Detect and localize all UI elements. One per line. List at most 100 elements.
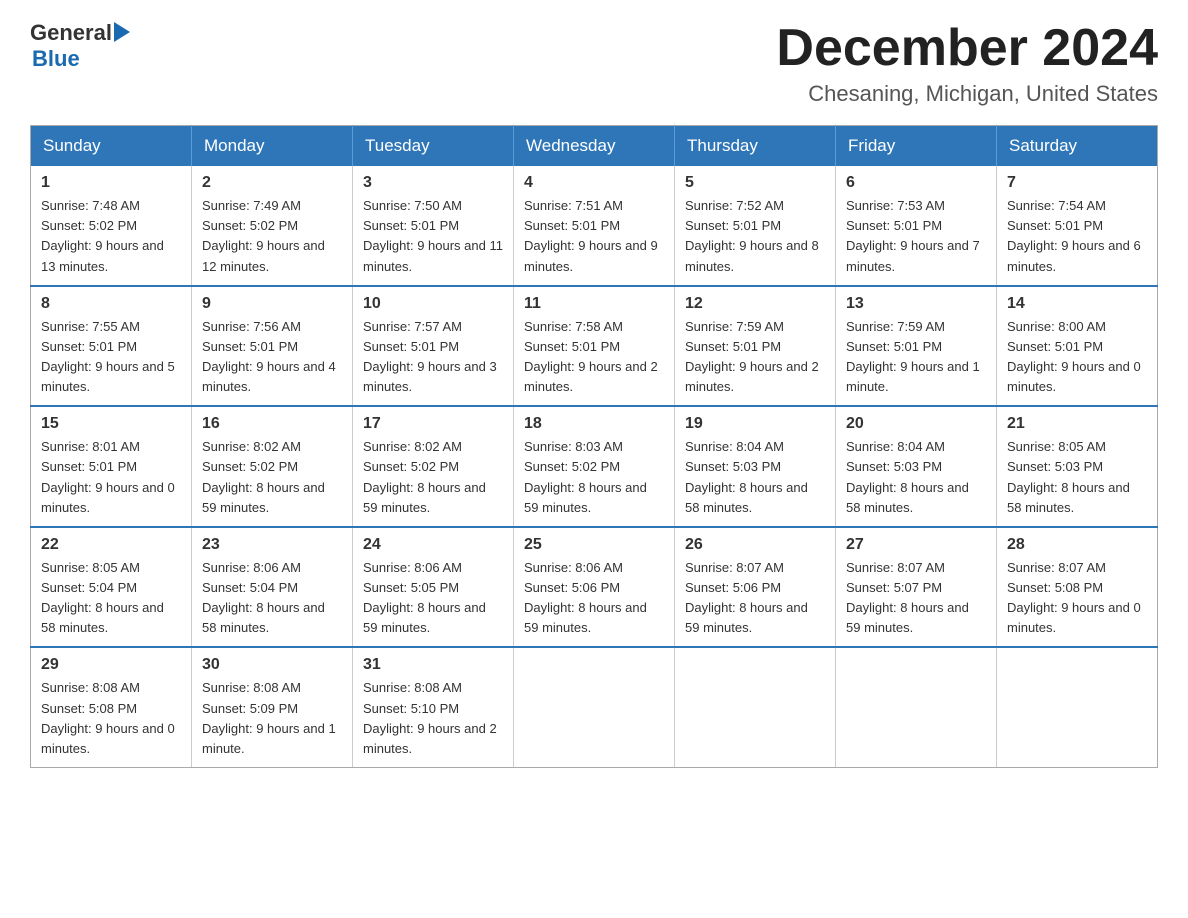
- calendar-cell: 11 Sunrise: 7:58 AMSunset: 5:01 PMDaylig…: [514, 286, 675, 407]
- day-number: 11: [524, 295, 664, 313]
- day-info: Sunrise: 8:06 AMSunset: 5:04 PMDaylight:…: [202, 560, 325, 635]
- weekday-header-row: SundayMondayTuesdayWednesdayThursdayFrid…: [31, 126, 1158, 167]
- day-info: Sunrise: 7:57 AMSunset: 5:01 PMDaylight:…: [363, 319, 497, 394]
- day-number: 28: [1007, 536, 1147, 554]
- calendar-cell: [675, 647, 836, 767]
- weekday-header-sunday: Sunday: [31, 126, 192, 167]
- calendar-cell: 7 Sunrise: 7:54 AMSunset: 5:01 PMDayligh…: [997, 166, 1158, 286]
- day-info: Sunrise: 8:03 AMSunset: 5:02 PMDaylight:…: [524, 439, 647, 514]
- day-number: 21: [1007, 415, 1147, 433]
- calendar-cell: 29 Sunrise: 8:08 AMSunset: 5:08 PMDaylig…: [31, 647, 192, 767]
- calendar-cell: 4 Sunrise: 7:51 AMSunset: 5:01 PMDayligh…: [514, 166, 675, 286]
- day-info: Sunrise: 8:00 AMSunset: 5:01 PMDaylight:…: [1007, 319, 1141, 394]
- day-info: Sunrise: 7:58 AMSunset: 5:01 PMDaylight:…: [524, 319, 658, 394]
- calendar-cell: 15 Sunrise: 8:01 AMSunset: 5:01 PMDaylig…: [31, 406, 192, 527]
- calendar-cell: 16 Sunrise: 8:02 AMSunset: 5:02 PMDaylig…: [192, 406, 353, 527]
- calendar-week-1: 1 Sunrise: 7:48 AMSunset: 5:02 PMDayligh…: [31, 166, 1158, 286]
- calendar-cell: 26 Sunrise: 8:07 AMSunset: 5:06 PMDaylig…: [675, 527, 836, 648]
- day-number: 13: [846, 295, 986, 313]
- calendar-cell: 8 Sunrise: 7:55 AMSunset: 5:01 PMDayligh…: [31, 286, 192, 407]
- calendar-cell: 10 Sunrise: 7:57 AMSunset: 5:01 PMDaylig…: [353, 286, 514, 407]
- logo: General Blue: [30, 20, 130, 72]
- calendar-cell: 20 Sunrise: 8:04 AMSunset: 5:03 PMDaylig…: [836, 406, 997, 527]
- day-info: Sunrise: 8:08 AMSunset: 5:08 PMDaylight:…: [41, 680, 175, 755]
- day-number: 31: [363, 656, 503, 674]
- calendar-cell: 23 Sunrise: 8:06 AMSunset: 5:04 PMDaylig…: [192, 527, 353, 648]
- day-number: 25: [524, 536, 664, 554]
- day-number: 4: [524, 174, 664, 192]
- day-info: Sunrise: 8:08 AMSunset: 5:09 PMDaylight:…: [202, 680, 336, 755]
- calendar-cell: 18 Sunrise: 8:03 AMSunset: 5:02 PMDaylig…: [514, 406, 675, 527]
- weekday-header-saturday: Saturday: [997, 126, 1158, 167]
- calendar-cell: [997, 647, 1158, 767]
- day-number: 6: [846, 174, 986, 192]
- day-number: 20: [846, 415, 986, 433]
- weekday-header-monday: Monday: [192, 126, 353, 167]
- weekday-header-friday: Friday: [836, 126, 997, 167]
- calendar-cell: 13 Sunrise: 7:59 AMSunset: 5:01 PMDaylig…: [836, 286, 997, 407]
- day-number: 30: [202, 656, 342, 674]
- day-number: 22: [41, 536, 181, 554]
- day-info: Sunrise: 8:02 AMSunset: 5:02 PMDaylight:…: [363, 439, 486, 514]
- weekday-header-wednesday: Wednesday: [514, 126, 675, 167]
- logo-general-text: General: [30, 20, 112, 46]
- day-number: 12: [685, 295, 825, 313]
- logo-arrow-icon: [114, 22, 130, 42]
- page-header: General Blue December 2024 Chesaning, Mi…: [30, 20, 1158, 107]
- day-info: Sunrise: 8:05 AMSunset: 5:03 PMDaylight:…: [1007, 439, 1130, 514]
- calendar-cell: 1 Sunrise: 7:48 AMSunset: 5:02 PMDayligh…: [31, 166, 192, 286]
- day-number: 24: [363, 536, 503, 554]
- calendar-cell: 5 Sunrise: 7:52 AMSunset: 5:01 PMDayligh…: [675, 166, 836, 286]
- calendar-cell: 30 Sunrise: 8:08 AMSunset: 5:09 PMDaylig…: [192, 647, 353, 767]
- location-subtitle: Chesaning, Michigan, United States: [776, 81, 1158, 107]
- day-number: 15: [41, 415, 181, 433]
- day-number: 26: [685, 536, 825, 554]
- calendar-week-2: 8 Sunrise: 7:55 AMSunset: 5:01 PMDayligh…: [31, 286, 1158, 407]
- weekday-header-tuesday: Tuesday: [353, 126, 514, 167]
- calendar-cell: 6 Sunrise: 7:53 AMSunset: 5:01 PMDayligh…: [836, 166, 997, 286]
- day-info: Sunrise: 7:52 AMSunset: 5:01 PMDaylight:…: [685, 198, 819, 273]
- day-number: 18: [524, 415, 664, 433]
- day-info: Sunrise: 7:48 AMSunset: 5:02 PMDaylight:…: [41, 198, 164, 273]
- calendar-cell: [514, 647, 675, 767]
- calendar-cell: 31 Sunrise: 8:08 AMSunset: 5:10 PMDaylig…: [353, 647, 514, 767]
- weekday-header-thursday: Thursday: [675, 126, 836, 167]
- day-info: Sunrise: 8:07 AMSunset: 5:08 PMDaylight:…: [1007, 560, 1141, 635]
- calendar-cell: 25 Sunrise: 8:06 AMSunset: 5:06 PMDaylig…: [514, 527, 675, 648]
- calendar-cell: 24 Sunrise: 8:06 AMSunset: 5:05 PMDaylig…: [353, 527, 514, 648]
- day-info: Sunrise: 7:53 AMSunset: 5:01 PMDaylight:…: [846, 198, 980, 273]
- day-info: Sunrise: 8:06 AMSunset: 5:06 PMDaylight:…: [524, 560, 647, 635]
- day-info: Sunrise: 8:01 AMSunset: 5:01 PMDaylight:…: [41, 439, 175, 514]
- calendar-week-4: 22 Sunrise: 8:05 AMSunset: 5:04 PMDaylig…: [31, 527, 1158, 648]
- day-number: 14: [1007, 295, 1147, 313]
- day-number: 29: [41, 656, 181, 674]
- day-info: Sunrise: 8:04 AMSunset: 5:03 PMDaylight:…: [685, 439, 808, 514]
- day-info: Sunrise: 7:50 AMSunset: 5:01 PMDaylight:…: [363, 198, 503, 273]
- day-number: 5: [685, 174, 825, 192]
- day-info: Sunrise: 7:55 AMSunset: 5:01 PMDaylight:…: [41, 319, 175, 394]
- calendar-cell: 3 Sunrise: 7:50 AMSunset: 5:01 PMDayligh…: [353, 166, 514, 286]
- day-number: 2: [202, 174, 342, 192]
- day-info: Sunrise: 8:08 AMSunset: 5:10 PMDaylight:…: [363, 680, 497, 755]
- day-number: 16: [202, 415, 342, 433]
- day-number: 3: [363, 174, 503, 192]
- day-number: 19: [685, 415, 825, 433]
- title-section: December 2024 Chesaning, Michigan, Unite…: [776, 20, 1158, 107]
- day-info: Sunrise: 8:04 AMSunset: 5:03 PMDaylight:…: [846, 439, 969, 514]
- day-number: 17: [363, 415, 503, 433]
- calendar-cell: [836, 647, 997, 767]
- day-info: Sunrise: 7:49 AMSunset: 5:02 PMDaylight:…: [202, 198, 325, 273]
- calendar-cell: 27 Sunrise: 8:07 AMSunset: 5:07 PMDaylig…: [836, 527, 997, 648]
- calendar-cell: 22 Sunrise: 8:05 AMSunset: 5:04 PMDaylig…: [31, 527, 192, 648]
- day-info: Sunrise: 8:02 AMSunset: 5:02 PMDaylight:…: [202, 439, 325, 514]
- calendar-table: SundayMondayTuesdayWednesdayThursdayFrid…: [30, 125, 1158, 768]
- month-title: December 2024: [776, 20, 1158, 77]
- day-number: 1: [41, 174, 181, 192]
- calendar-cell: 21 Sunrise: 8:05 AMSunset: 5:03 PMDaylig…: [997, 406, 1158, 527]
- calendar-week-5: 29 Sunrise: 8:08 AMSunset: 5:08 PMDaylig…: [31, 647, 1158, 767]
- calendar-cell: 2 Sunrise: 7:49 AMSunset: 5:02 PMDayligh…: [192, 166, 353, 286]
- day-number: 10: [363, 295, 503, 313]
- calendar-cell: 9 Sunrise: 7:56 AMSunset: 5:01 PMDayligh…: [192, 286, 353, 407]
- day-info: Sunrise: 7:51 AMSunset: 5:01 PMDaylight:…: [524, 198, 658, 273]
- day-number: 9: [202, 295, 342, 313]
